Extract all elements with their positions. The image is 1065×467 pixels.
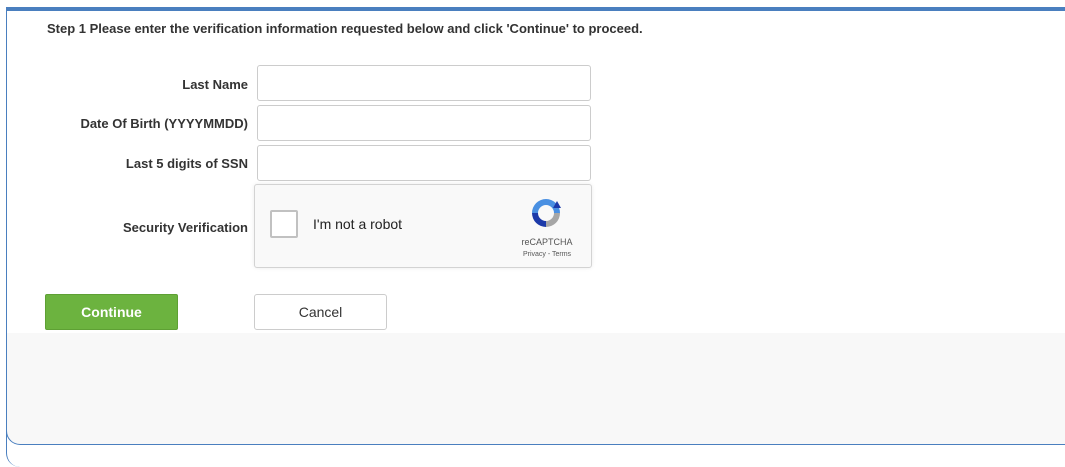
ssn-input[interactable]: [257, 145, 591, 181]
dob-input[interactable]: [257, 105, 591, 141]
step-instructions: Step 1 Please enter the verification inf…: [47, 21, 643, 36]
recaptcha-links[interactable]: Privacy - Terms: [515, 251, 579, 258]
recaptcha-checkbox[interactable]: [270, 210, 298, 238]
recaptcha-checkbox-label: I'm not a robot: [313, 216, 403, 232]
recaptcha-icon: [532, 199, 561, 227]
cancel-button[interactable]: Cancel: [254, 294, 387, 330]
security-verification-label: Security Verification: [123, 220, 248, 235]
last-name-label: Last Name: [182, 77, 248, 92]
ssn-label: Last 5 digits of SSN: [125, 156, 248, 171]
recaptcha-brand: reCAPTCHA: [521, 237, 573, 247]
dob-label: Date Of Birth (YYYYMMDD): [80, 116, 248, 131]
form-footer-area: [6, 333, 1065, 445]
recaptcha-widget: I'm not a robot reCAPTCHA Privacy - Term…: [254, 184, 592, 268]
continue-button[interactable]: Continue: [45, 294, 178, 330]
last-name-input[interactable]: [257, 65, 591, 101]
